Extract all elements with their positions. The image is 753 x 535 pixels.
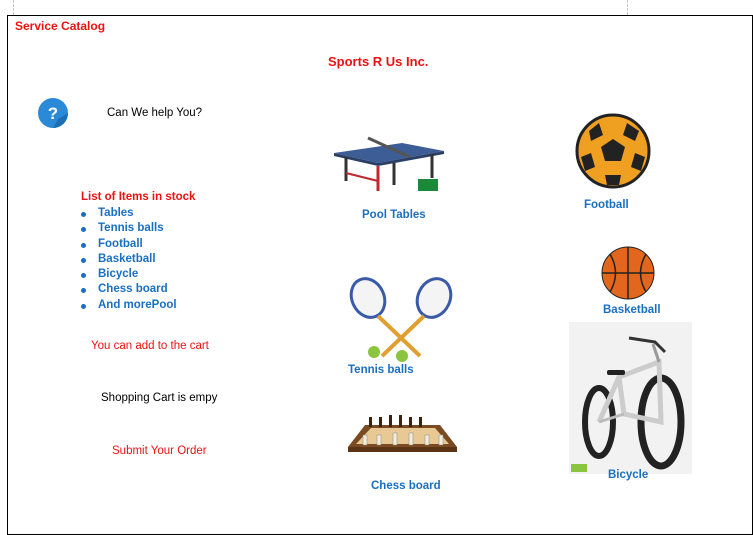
add-to-cart-label[interactable]: You can add to the cart bbox=[91, 340, 209, 352]
cart-status: Shopping Cart is empy bbox=[101, 392, 218, 404]
submit-order-button[interactable]: Submit Your Order bbox=[112, 445, 207, 457]
football-link[interactable]: Football bbox=[584, 199, 629, 211]
basketball-image[interactable] bbox=[601, 246, 656, 306]
table-tennis-table-icon bbox=[334, 136, 444, 191]
stock-heading: List of Items in stock bbox=[81, 191, 196, 203]
stock-item: Basketball bbox=[81, 253, 177, 268]
company-name: Sports R Us Inc. bbox=[328, 54, 429, 69]
bicycle-image[interactable] bbox=[569, 322, 692, 474]
stock-item: And morePool bbox=[81, 299, 177, 314]
window-title: Service Catalog bbox=[15, 19, 106, 33]
tennis-rackets-icon bbox=[349, 277, 453, 362]
chess-board-icon bbox=[348, 415, 457, 452]
soccer-ball-icon bbox=[575, 113, 651, 189]
stock-item: Bicycle bbox=[81, 268, 177, 283]
stock-list: Tables Tennis balls Football Basketball … bbox=[81, 207, 177, 314]
stock-item: Tennis balls bbox=[81, 222, 177, 237]
page-guide-left bbox=[13, 0, 14, 15]
chess-board-image[interactable] bbox=[345, 405, 460, 465]
help-label[interactable]: Can We help You? bbox=[107, 107, 202, 119]
pool-tables-link[interactable]: Pool Tables bbox=[362, 209, 426, 221]
basketball-icon bbox=[601, 246, 655, 300]
help-button[interactable]: ? bbox=[37, 97, 69, 129]
tennis-balls-link[interactable]: Tennis balls bbox=[348, 364, 414, 376]
stock-item: Chess board bbox=[81, 283, 177, 298]
chess-board-link[interactable]: Chess board bbox=[371, 480, 441, 492]
question-circle-icon: ? bbox=[38, 98, 68, 128]
stock-item: Football bbox=[81, 238, 177, 253]
bicycle-link[interactable]: Bicycle bbox=[608, 469, 648, 481]
pool-table-image[interactable] bbox=[332, 133, 447, 200]
football-image[interactable] bbox=[575, 113, 651, 194]
svg-text:?: ? bbox=[48, 104, 58, 123]
tennis-image[interactable] bbox=[348, 276, 458, 369]
page-guide-right bbox=[627, 0, 628, 15]
stock-item: Tables bbox=[81, 207, 177, 222]
bicycle-icon bbox=[571, 336, 685, 472]
basketball-link[interactable]: Basketball bbox=[603, 304, 661, 316]
